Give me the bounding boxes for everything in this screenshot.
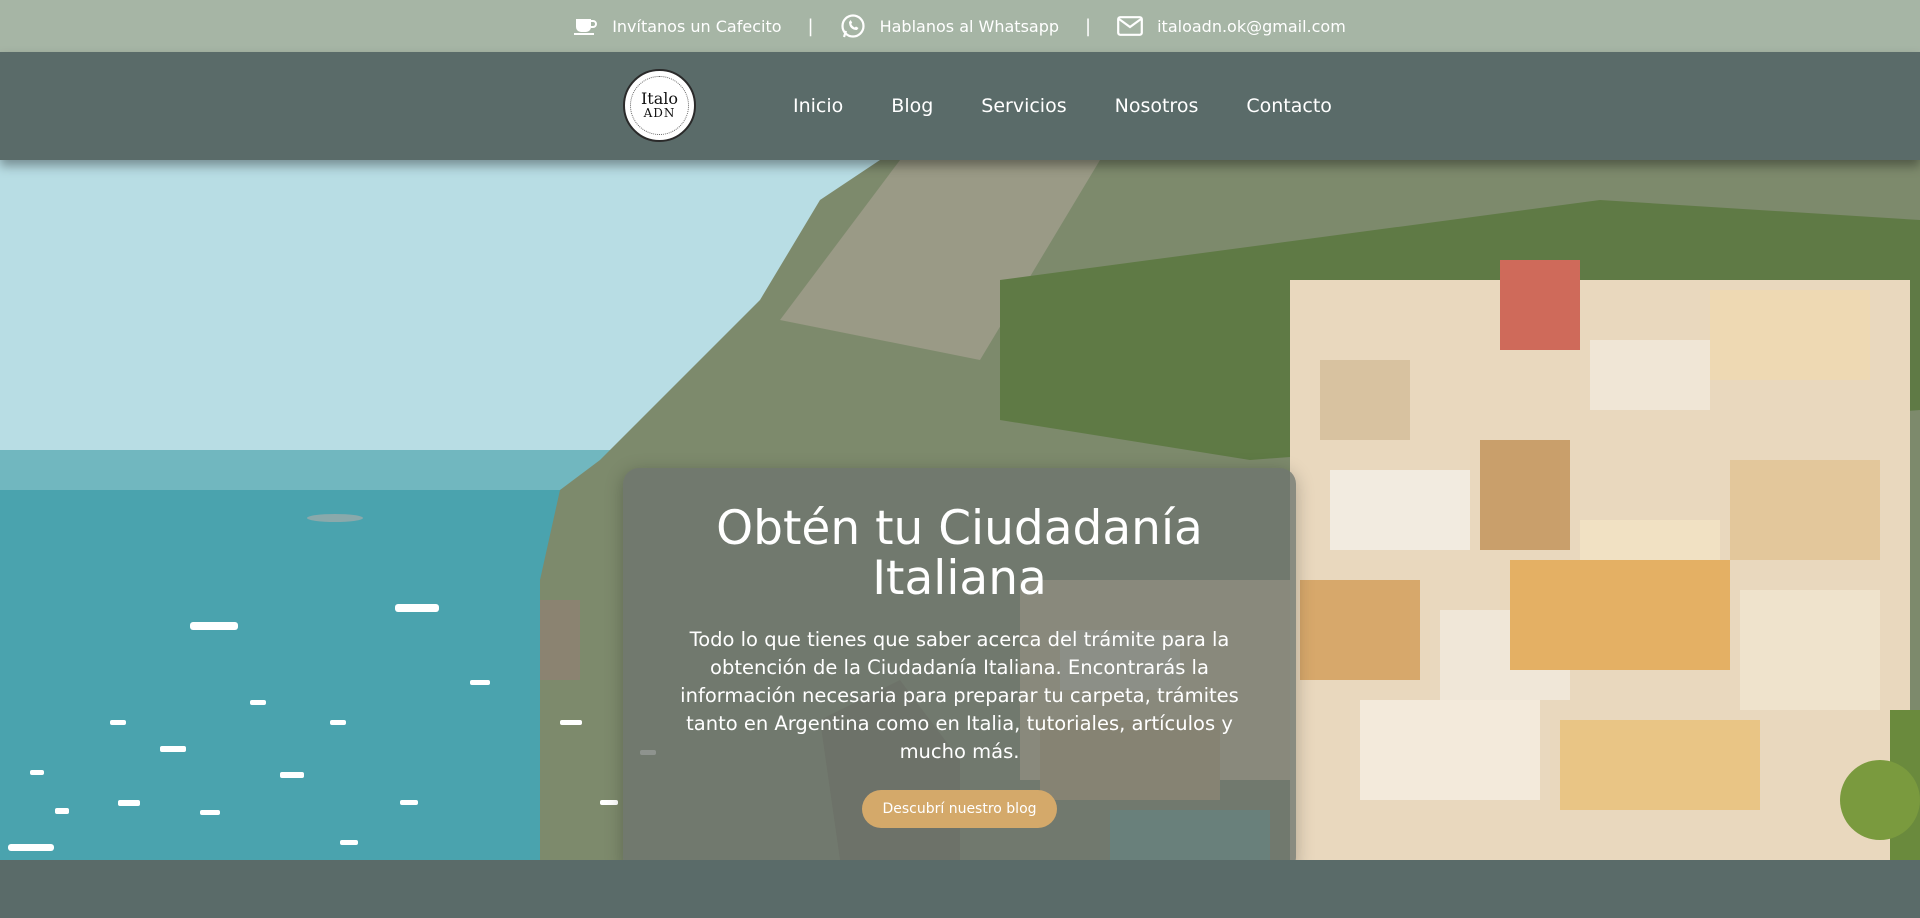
top-contact-bar: Invítanos un Cafecito | Hablanos al What… [0, 0, 1920, 52]
nav-item-blog[interactable]: Blog [891, 95, 933, 117]
discover-blog-button[interactable]: Descubrí nuestro blog [862, 790, 1057, 828]
nav-item-inicio[interactable]: Inicio [793, 95, 843, 117]
nav-menu: Inicio Blog Servicios Nosotros Contacto [793, 52, 1332, 160]
separator: | [807, 15, 814, 37]
whatsapp-icon [840, 13, 866, 39]
hero-card: Obtén tu Ciudadanía Italiana Todo lo que… [623, 468, 1296, 860]
separator: | [1085, 15, 1092, 37]
whatsapp-label: Hablanos al Whatsapp [879, 16, 1060, 36]
envelope-icon [1117, 16, 1143, 36]
hero-description: Todo lo que tienes que saber acerca del … [680, 628, 1239, 763]
nav-item-contacto[interactable]: Contacto [1246, 95, 1332, 117]
coffee-label: Invítanos un Cafecito [612, 16, 782, 36]
nav-item-nosotros[interactable]: Nosotros [1115, 95, 1199, 117]
main-navigation: Italo ADN Inicio Blog Servicios Nosotros… [0, 52, 1920, 160]
coffee-cup-icon [574, 16, 598, 36]
site-logo[interactable]: Italo ADN [623, 69, 696, 142]
hero-title: Obtén tu Ciudadanía Italiana [716, 501, 1203, 606]
email-label: italoadn.ok@gmail.com [1157, 16, 1346, 36]
footer-strip [0, 860, 1920, 918]
logo-ring [630, 76, 689, 135]
whatsapp-link[interactable]: Hablanos al Whatsapp [840, 13, 1059, 39]
email-link[interactable]: italoadn.ok@gmail.com [1117, 16, 1346, 36]
nav-item-servicios[interactable]: Servicios [981, 95, 1066, 117]
coffee-link[interactable]: Invítanos un Cafecito [574, 16, 782, 36]
hero-section: Obtén tu Ciudadanía Italiana Todo lo que… [0, 160, 1920, 860]
